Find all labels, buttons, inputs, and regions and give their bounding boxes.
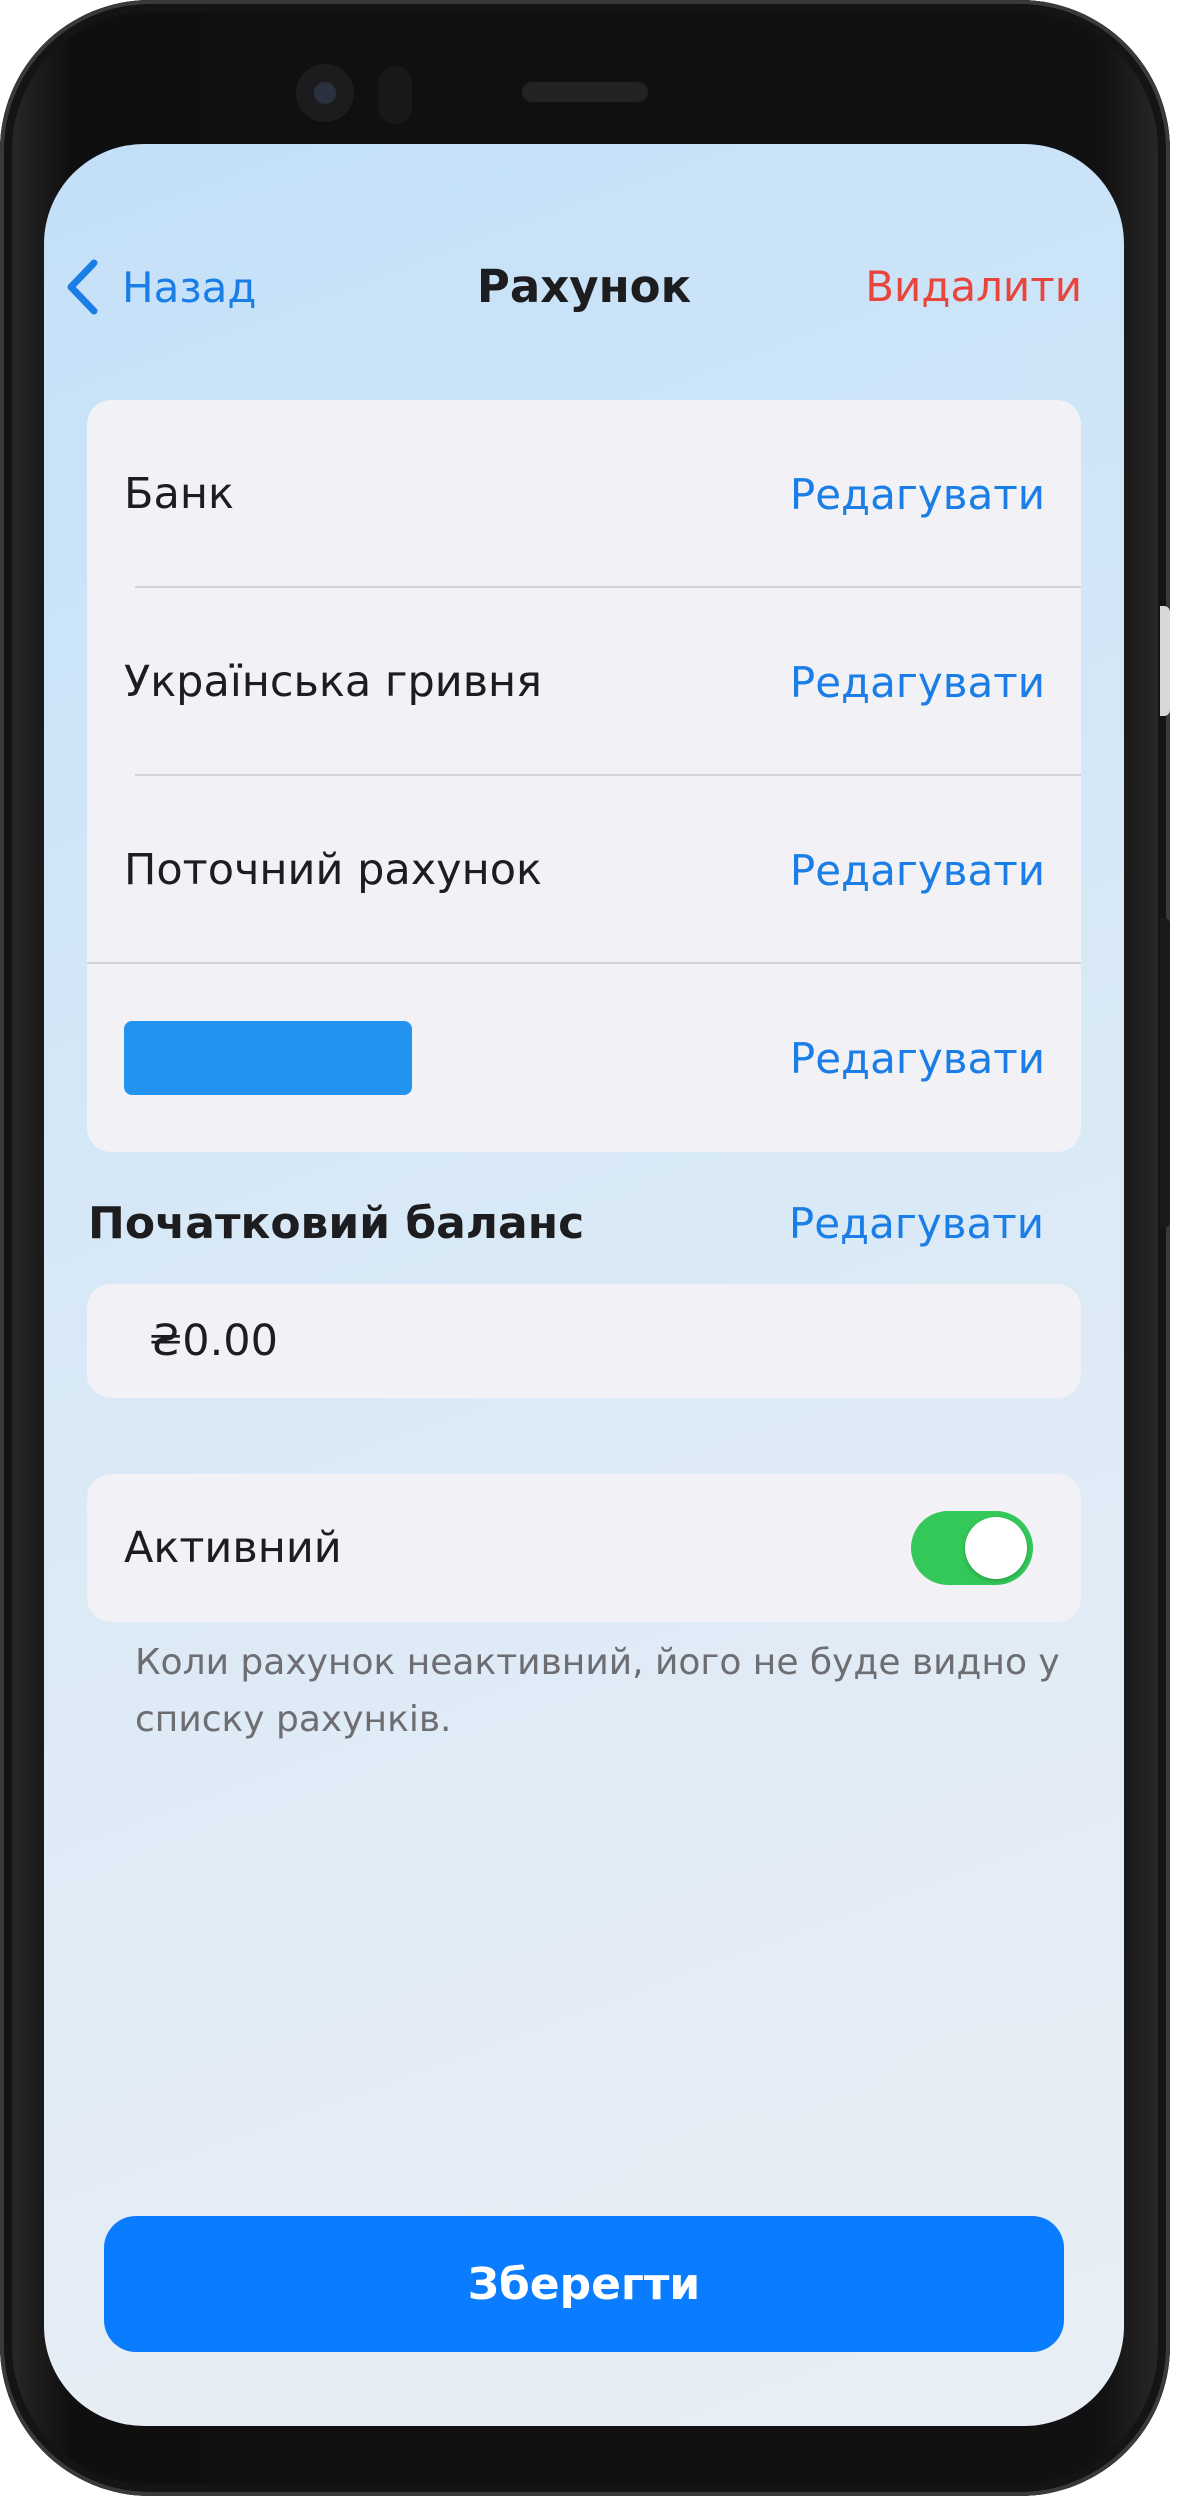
active-label: Активний xyxy=(124,1523,342,1573)
delete-button[interactable]: Видалити xyxy=(865,242,1082,332)
side-button xyxy=(1160,606,1170,716)
balance-value: ₴0.00 xyxy=(149,1316,279,1366)
active-setting-card: Активний xyxy=(87,1474,1081,1622)
phone-frame: Назад Рахунок Видалити Банк Редагувати У… xyxy=(0,0,1170,2496)
account-details-card: Банк Редагувати Українська гривня Редагу… xyxy=(87,400,1081,1152)
edit-balance-button[interactable]: Редагувати xyxy=(789,1184,1044,1264)
edit-account-name-button[interactable]: Редагувати xyxy=(790,1034,1045,1083)
initial-balance-field[interactable]: ₴0.00 xyxy=(87,1284,1081,1398)
edit-account-type-button[interactable]: Редагувати xyxy=(790,846,1045,895)
toggle-knob xyxy=(965,1517,1027,1579)
row-account-name: Редагувати xyxy=(87,964,1081,1152)
save-button[interactable]: Зберегти xyxy=(104,2216,1064,2352)
active-hint-text: Коли рахунок неактивний, його не буде ви… xyxy=(135,1642,1060,1740)
row-label: Українська гривня xyxy=(124,657,543,707)
row-currency: Українська гривня Редагувати xyxy=(87,588,1081,776)
screen: Назад Рахунок Видалити Банк Редагувати У… xyxy=(44,144,1124,2426)
row-bank: Банк Редагувати xyxy=(87,400,1081,588)
save-label: Зберегти xyxy=(467,2258,701,2310)
edit-bank-button[interactable]: Редагувати xyxy=(790,470,1045,519)
edit-currency-button[interactable]: Редагувати xyxy=(790,658,1045,707)
power-button xyxy=(1160,918,1170,1228)
back-button[interactable]: Назад xyxy=(64,242,256,332)
redacted-account-name xyxy=(124,1021,412,1095)
row-label: Поточний рахунок xyxy=(124,845,543,895)
back-label: Назад xyxy=(122,262,257,312)
row-label: Банк xyxy=(124,469,234,519)
earpiece-speaker xyxy=(522,82,648,102)
proximity-sensor xyxy=(378,66,412,124)
front-camera xyxy=(290,58,360,128)
nav-header: Назад Рахунок Видалити xyxy=(44,144,1124,429)
row-account-type: Поточний рахунок Редагувати xyxy=(87,776,1081,964)
active-toggle[interactable] xyxy=(911,1511,1033,1585)
chevron-left-icon xyxy=(64,258,100,316)
initial-balance-title: Початковий баланс xyxy=(88,1198,585,1249)
